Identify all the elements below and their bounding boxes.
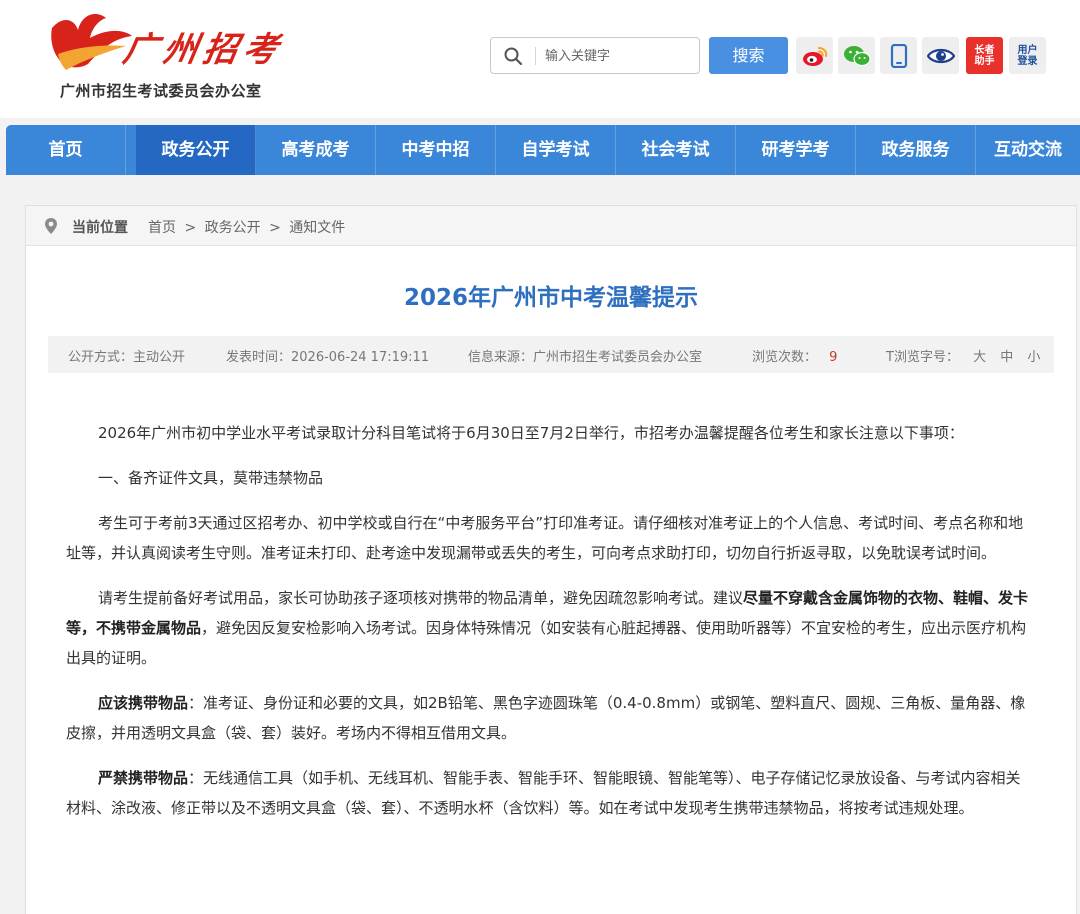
nav-item-zhongkao[interactable]: 中考中招	[376, 125, 496, 175]
article-section-heading: 一、备齐证件文具，莫带违禁物品	[98, 469, 324, 487]
nav-item-gaokao[interactable]: 高考成考	[256, 125, 376, 175]
meta-font-size: T浏览字号： 大 中 小	[886, 346, 1040, 365]
wechat-icon	[843, 45, 871, 66]
article-paragraph: 请考生提前备好考试用品，家长可协助孩子逐项核对携带的物品清单，避免因疏忽影响考试…	[66, 583, 1034, 673]
search-icon	[504, 47, 523, 66]
site-logo[interactable]: 广州招考 广州市招生考试委员会办公室	[44, 8, 287, 108]
meta-source: 信息来源：广州市招生考试委员会办公室	[468, 350, 703, 365]
article-paragraph: 2026年广州市初中学业水平考试录取计分科目笔试将于6月30日至7月2日举行，市…	[98, 424, 964, 442]
elder-helper-label: 长者 助手	[974, 44, 995, 67]
article-text: ：准考证、身份证和必要的文具，如2B铅笔、黑色字迹圆珠笔（0.4-0.8mm）或…	[66, 694, 1026, 742]
nav-item-graduate[interactable]: 研考学考	[736, 125, 856, 175]
article-title: 2026年广州市中考温馨提示	[403, 285, 698, 311]
font-size-label: T浏览字号：	[886, 350, 959, 365]
breadcrumb-label: 当前位置	[72, 220, 128, 236]
nav-item-self-study[interactable]: 自学考试	[496, 125, 616, 175]
org-name: 广州市招生考试委员会办公室	[60, 82, 262, 100]
font-size-medium[interactable]: 中	[1000, 350, 1013, 365]
eye-icon	[926, 48, 955, 63]
article-meta-bar: 公开方式：主动公开 发表时间：2026-06-24 17:19:11 信息来源：…	[48, 336, 1054, 373]
article-bold-text: 应该携带物品	[98, 694, 189, 712]
nav-item-government-affairs[interactable]: 政务公开	[136, 125, 256, 175]
user-login-label: 用户 登录	[1017, 44, 1038, 67]
article-paragraph: 应该携带物品：准考证、身份证和必要的文具，如2B铅笔、黑色字迹圆珠笔（0.4-0…	[66, 688, 1034, 748]
article-text: ：无线通信工具（如手机、无线耳机、智能手表、智能手环、智能眼镜、智能笔等）、电子…	[66, 769, 1021, 817]
nav-item-home[interactable]: 首页	[6, 125, 126, 175]
breadcrumb-link-home[interactable]: 首页	[148, 220, 176, 236]
article-paragraph: 严禁携带物品：无线通信工具（如手机、无线耳机、智能手表、智能手环、智能眼镜、智能…	[66, 763, 1034, 823]
meta-open-mode: 公开方式：主动公开	[68, 350, 186, 365]
article-paragraph: 考生可于考前3天通过区招考办、初中学校或自行在“中考服务平台”打印准考证。请仔细…	[66, 514, 1024, 562]
breadcrumb-link-government-affairs[interactable]: 政务公开	[205, 220, 261, 236]
article-text: ，避免因反复安检影响入场考试。因身体特殊情况（如安装有心脏起搏器、使用助听器等）…	[66, 619, 1027, 667]
elder-helper-button[interactable]: 长者 助手	[966, 37, 1003, 74]
nav-item-social-exams[interactable]: 社会考试	[616, 125, 736, 175]
breadcrumb-separator: >	[184, 220, 197, 236]
breadcrumb-trail: 首页 > 政务公开 > 通知文件	[146, 217, 347, 237]
nav-item-services[interactable]: 政务服务	[856, 125, 976, 175]
mobile-button[interactable]	[880, 37, 917, 74]
accessibility-button[interactable]	[922, 37, 959, 74]
meta-publish-time: 发表时间：2026-06-24 17:19:11	[226, 350, 430, 365]
breadcrumb-link-notices[interactable]: 通知文件	[289, 220, 345, 236]
search-divider	[535, 47, 536, 65]
breadcrumb: 当前位置 首页 > 政务公开 > 通知文件	[26, 206, 1076, 246]
article-body: 2026年广州市初中学业水平考试录取计分科目笔试将于6月30日至7月2日举行，市…	[66, 418, 1034, 838]
search-button[interactable]: 搜索	[709, 37, 788, 74]
nav-item-interaction[interactable]: 互动交流	[976, 125, 1080, 175]
font-size-small[interactable]: 小	[1027, 350, 1040, 365]
wechat-button[interactable]	[838, 37, 875, 74]
meta-views-count: 9	[829, 350, 838, 365]
site-header: 广州招考 广州市招生考试委员会办公室 搜索	[0, 0, 1080, 118]
breadcrumb-separator: >	[269, 220, 281, 236]
article-bold-text: 严禁携带物品	[98, 769, 189, 787]
weibo-button[interactable]	[796, 37, 833, 74]
user-login-button[interactable]: 用户 登录	[1009, 37, 1046, 74]
content-panel: 当前位置 首页 > 政务公开 > 通知文件 2026年广州市中考温馨提示 公开方…	[25, 205, 1077, 914]
logo-wordmark: 广州招考	[119, 30, 287, 70]
article-text: 请考生提前备好考试用品，家长可协助孩子逐项核对携带的物品清单，避免因疏忽影响考试…	[98, 589, 744, 607]
meta-views-label: 浏览次数：	[752, 350, 818, 365]
location-pin-icon	[45, 218, 57, 234]
meta-views: 浏览次数： 9	[752, 346, 837, 365]
weibo-icon	[802, 46, 827, 66]
main-nav: 首页 政务公开 高考成考 中考中招 自学考试 社会考试 研考学考 政务服务 互动…	[6, 125, 1080, 175]
search-box	[490, 37, 700, 74]
search-input[interactable]	[545, 44, 695, 68]
font-size-large[interactable]: 大	[973, 350, 986, 365]
mobile-icon	[890, 43, 907, 68]
